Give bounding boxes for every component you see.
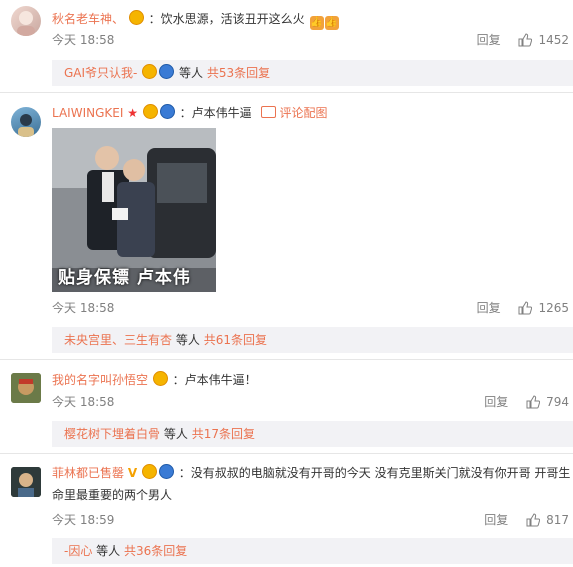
vip-crown-icon bbox=[142, 104, 158, 119]
level-badge-icon bbox=[158, 464, 174, 479]
like-icon[interactable] bbox=[526, 513, 541, 527]
reply-summary[interactable]: 樱花树下埋着白骨 等人 共17条回复 bbox=[52, 421, 573, 447]
timestamp: 今天 18:59 bbox=[52, 513, 115, 527]
username[interactable]: 我的名字叫孙悟空 bbox=[52, 373, 148, 387]
reply-names[interactable]: GAI爷只认我- bbox=[64, 66, 137, 80]
like-icon[interactable] bbox=[518, 301, 533, 315]
divider bbox=[0, 453, 573, 454]
username[interactable]: LAIWINGKEI bbox=[52, 106, 123, 120]
username[interactable]: 菲林都已售罄 bbox=[52, 466, 124, 480]
comment-image[interactable]: 贴身保镖 卢本伟 bbox=[52, 128, 216, 292]
comment-text: ：卢本伟牛逼！ bbox=[172, 373, 257, 387]
like-count: 1452 bbox=[538, 33, 569, 47]
image-icon bbox=[261, 106, 277, 118]
reply-count[interactable]: 共17条回复 bbox=[192, 427, 255, 441]
comment-image-link[interactable]: 评论配图 bbox=[261, 106, 328, 120]
reply-button[interactable]: 回复 bbox=[477, 301, 501, 315]
avatar[interactable] bbox=[11, 6, 41, 36]
comment-text-continued: 命里最重要的两个男人 bbox=[52, 488, 173, 502]
timestamp: 今天 18:58 bbox=[52, 301, 115, 315]
like-icon[interactable] bbox=[518, 33, 533, 47]
vip-crown-icon bbox=[142, 64, 158, 79]
like-count: 794 bbox=[546, 395, 569, 409]
avatar[interactable] bbox=[11, 107, 41, 137]
divider bbox=[0, 359, 573, 360]
like-count: 817 bbox=[546, 513, 569, 527]
reply-button[interactable]: 回复 bbox=[477, 33, 501, 47]
like-count: 1265 bbox=[538, 301, 569, 315]
thumbs-up-icon: 👍 bbox=[324, 16, 339, 30]
thumbs-up-icon: 👍 bbox=[309, 16, 324, 30]
comment-text: ：饮水思源，活该丑开这么火 bbox=[148, 12, 305, 26]
vip-crown-icon bbox=[152, 371, 168, 386]
level-badge-icon bbox=[159, 64, 175, 79]
star-icon: ★ bbox=[127, 106, 138, 120]
reply-names[interactable]: 未央宫里、三生有杏 bbox=[64, 333, 172, 347]
image-caption: 贴身保镖 卢本伟 bbox=[58, 268, 191, 288]
reply-names[interactable]: 樱花树下埋着白骨 bbox=[64, 427, 160, 441]
reply-button[interactable]: 回复 bbox=[484, 513, 508, 527]
comment-text: ：没有叔叔的电脑就没有开哥的今天 没有克里斯关门就没有你开哥 开哥生 bbox=[178, 466, 571, 480]
avatar[interactable] bbox=[11, 467, 41, 497]
reply-summary[interactable]: -因心 等人 共36条回复 bbox=[52, 538, 573, 564]
verified-v-icon: V bbox=[127, 466, 138, 480]
like-icon[interactable] bbox=[526, 395, 541, 409]
level-badge-icon bbox=[159, 104, 175, 119]
reply-summary[interactable]: GAI爷只认我- 等人 共53条回复 bbox=[52, 60, 573, 86]
vip-crown-icon bbox=[141, 464, 157, 479]
divider bbox=[0, 92, 573, 93]
username[interactable]: 秋名老车神、 bbox=[52, 12, 124, 26]
vip-crown-icon bbox=[128, 10, 144, 25]
comment-text: ：卢本伟牛逼 bbox=[179, 106, 252, 120]
reply-button[interactable]: 回复 bbox=[484, 395, 508, 409]
reply-count[interactable]: 共61条回复 bbox=[204, 333, 267, 347]
reply-count[interactable]: 共36条回复 bbox=[124, 544, 187, 558]
timestamp: 今天 18:58 bbox=[52, 33, 115, 47]
timestamp: 今天 18:58 bbox=[52, 395, 115, 409]
avatar[interactable] bbox=[11, 373, 41, 403]
reply-names[interactable]: -因心 bbox=[64, 544, 92, 558]
reply-summary[interactable]: 未央宫里、三生有杏 等人 共61条回复 bbox=[52, 327, 573, 353]
reply-count[interactable]: 共53条回复 bbox=[207, 66, 270, 80]
